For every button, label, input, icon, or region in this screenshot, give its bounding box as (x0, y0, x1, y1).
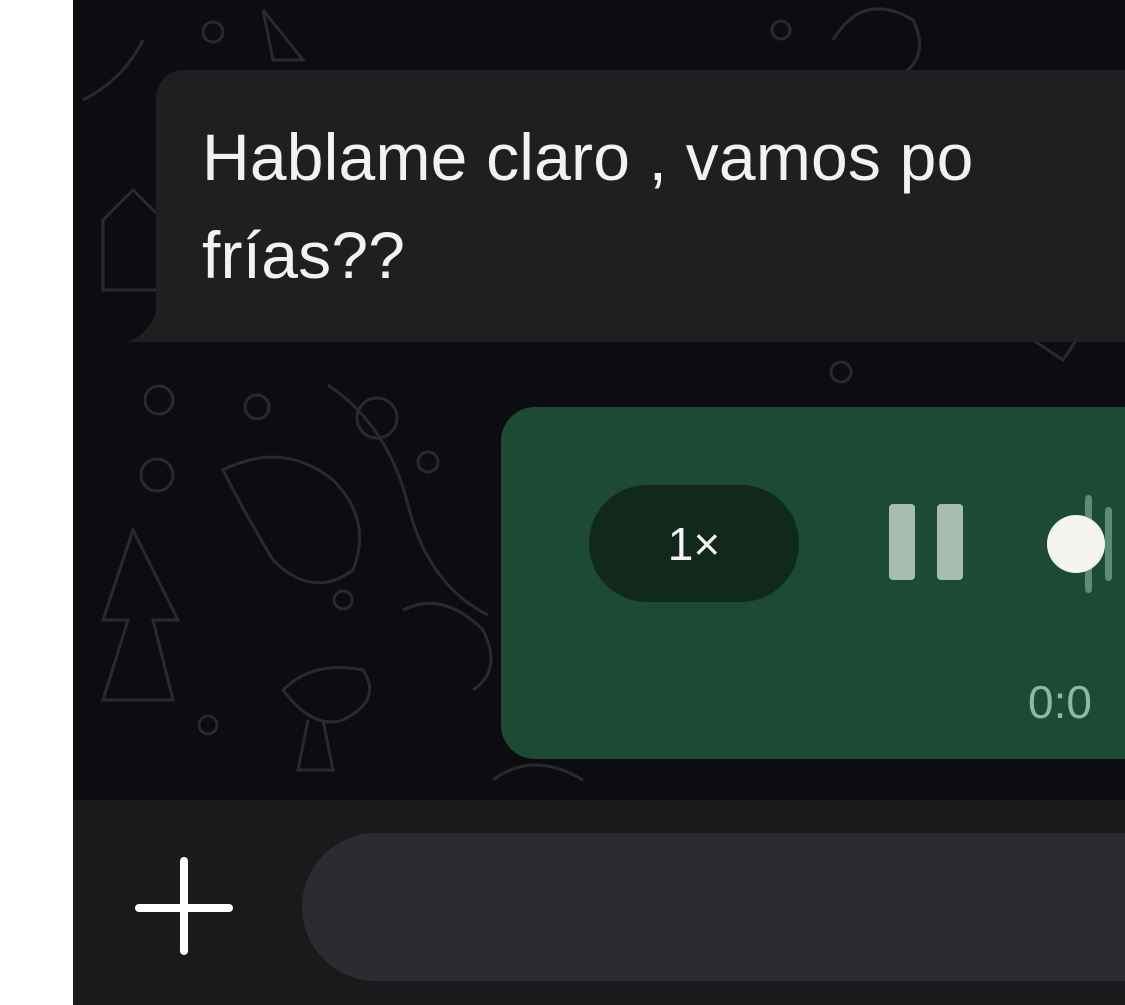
voice-message-bubble: 1× 0:0 (501, 407, 1125, 759)
plus-icon[interactable] (133, 853, 239, 959)
playback-speed-button[interactable]: 1× (589, 485, 799, 602)
playback-speed-label: 1× (667, 517, 721, 570)
pause-icon[interactable] (889, 504, 965, 580)
playback-scrubber-handle[interactable] (1047, 515, 1105, 573)
voice-duration: 0:0 (1028, 676, 1092, 728)
chat-screen: Hablame claro , vamos po frías?? 1× 0:0 (73, 0, 1125, 1005)
incoming-message-text: Hablame claro , vamos po frías?? (202, 120, 974, 292)
composer-bar (73, 800, 1125, 1005)
message-input[interactable] (302, 833, 1125, 981)
incoming-message-bubble[interactable]: Hablame claro , vamos po frías?? (156, 70, 1125, 342)
waveform-bar (1105, 507, 1112, 581)
